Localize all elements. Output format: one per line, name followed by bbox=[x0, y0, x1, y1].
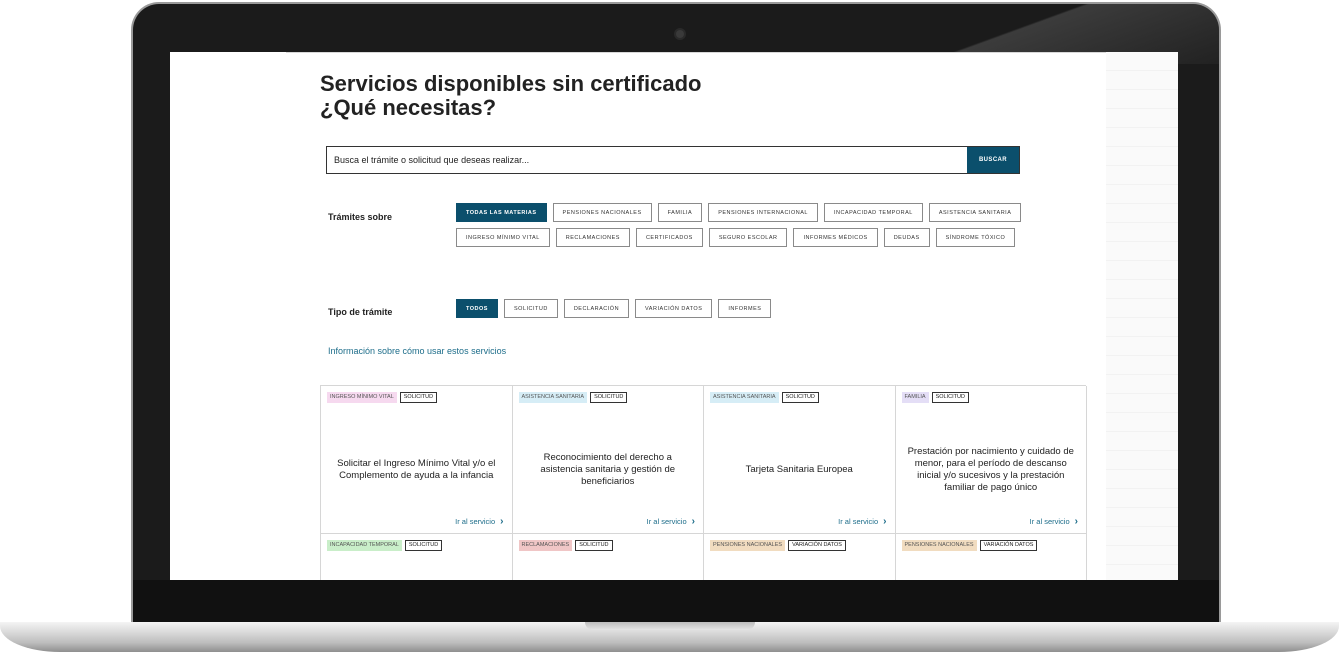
laptop-bezel-bottom bbox=[133, 580, 1219, 624]
card-tags: FAMILIA SOLICITUD bbox=[901, 392, 969, 403]
type-tag: SOLICITUD bbox=[590, 392, 628, 403]
category-tag: PENSIONES NACIONALES bbox=[710, 540, 786, 551]
laptop-notch bbox=[585, 622, 755, 630]
card-title: Reconocimiento del derecho a asistencia … bbox=[540, 452, 676, 487]
type-tag: SOLICITUD bbox=[931, 392, 969, 403]
service-card[interactable]: PENSIONES NACIONALES VARIACIÓN DATOS bbox=[704, 534, 896, 580]
side-panel bbox=[1106, 52, 1178, 580]
card-title: Solicitar el Ingreso Mínimo Vital y/o el… bbox=[337, 458, 496, 481]
browser-viewport: Servicios disponibles sin certificado ¿Q… bbox=[170, 52, 1178, 580]
category-tag: FAMILIA bbox=[901, 392, 929, 403]
subject-chip[interactable]: PENSIONES NACIONALES bbox=[552, 203, 652, 222]
subject-chip[interactable]: TODAS LAS MATERIAS bbox=[456, 203, 547, 222]
card-tags: RECLAMACIONES SOLICITUD bbox=[518, 540, 613, 551]
category-tag: ASISTENCIA SANITARIA bbox=[710, 392, 779, 403]
category-tag: INGRESO MÍNIMO VITAL bbox=[327, 392, 397, 403]
card-link[interactable]: Ir al servicio › bbox=[838, 516, 886, 527]
page-title-line2: ¿Qué necesitas? bbox=[320, 95, 497, 120]
card-tags: PENSIONES NACIONALES VARIACIÓN DATOS bbox=[710, 540, 846, 551]
chevron-right-icon: › bbox=[500, 516, 504, 527]
subject-chip[interactable]: FAMILIA bbox=[657, 203, 703, 222]
subject-filter-label: Trámites sobre bbox=[328, 212, 393, 222]
search-button[interactable]: BUSCAR bbox=[967, 147, 1019, 173]
subject-chip[interactable]: INCAPACIDAD TEMPORAL bbox=[823, 203, 923, 222]
page-title-line1: Servicios disponibles sin certificado bbox=[320, 71, 702, 96]
service-card[interactable]: RECLAMACIONES SOLICITUD bbox=[512, 534, 704, 580]
service-card[interactable]: PENSIONES NACIONALES VARIACIÓN DATOS bbox=[895, 534, 1087, 580]
card-link-label: Ir al servicio bbox=[838, 517, 879, 526]
info-link[interactable]: Información sobre cómo usar estos servic… bbox=[328, 346, 506, 356]
subject-chip[interactable]: PENSIONES INTERNACIONAL bbox=[708, 203, 818, 222]
page-title: Servicios disponibles sin certificado ¿Q… bbox=[320, 72, 920, 120]
service-card[interactable]: INCAPACIDAD TEMPORAL SOLICITUD bbox=[321, 534, 513, 580]
subject-chip[interactable]: INGRESO MÍNIMO VITAL bbox=[456, 228, 550, 247]
webcam-icon bbox=[676, 30, 684, 38]
card-tags: INCAPACIDAD TEMPORAL SOLICITUD bbox=[327, 540, 443, 551]
type-tag: SOLICITUD bbox=[781, 392, 819, 403]
type-chip[interactable]: DECLARACIÓN bbox=[563, 299, 630, 318]
card-tags: ASISTENCIA SANITARIA SOLICITUD bbox=[710, 392, 819, 403]
services-grid: INGRESO MÍNIMO VITAL SOLICITUD Solicitar e… bbox=[320, 385, 1087, 580]
subject-chip[interactable]: ASISTENCIA SANITARIA bbox=[928, 203, 1022, 222]
subject-chip[interactable]: RECLAMACIONES bbox=[555, 228, 630, 247]
card-title: Tarjeta Sanitaria Europea bbox=[745, 464, 853, 475]
service-card[interactable]: ASISTENCIA SANITARIA SOLICITUD Tarjeta San… bbox=[704, 386, 896, 534]
card-link[interactable]: Ir al servicio › bbox=[647, 516, 695, 527]
subject-filter-chips: TODAS LAS MATERIAS PENSIONES NACIONALES FA… bbox=[456, 203, 1056, 247]
type-tag: VARIACIÓN DATOS bbox=[979, 540, 1038, 551]
type-chip[interactable]: VARIACIÓN DATOS bbox=[635, 299, 713, 318]
subject-chip[interactable]: INFORMES MÉDICOS bbox=[793, 228, 878, 247]
type-tag: SOLICITUD bbox=[404, 540, 443, 551]
service-card[interactable]: ASISTENCIA SANITARIA SOLICITUD Reconocimie… bbox=[512, 386, 704, 534]
category-tag: INCAPACIDAD TEMPORAL bbox=[327, 540, 402, 551]
type-tag: SOLICITUD bbox=[575, 540, 613, 551]
card-link-label: Ir al servicio bbox=[646, 517, 687, 526]
category-tag: RECLAMACIONES bbox=[518, 540, 573, 551]
card-title: Prestación por nacimiento y cuidado de m… bbox=[907, 446, 1074, 493]
subject-chip[interactable]: CERTIFICADOS bbox=[635, 228, 703, 247]
category-tag: PENSIONES NACIONALES bbox=[901, 540, 977, 551]
card-tags: INGRESO MÍNIMO VITAL SOLICITUD bbox=[327, 392, 438, 403]
type-chip[interactable]: TODOS bbox=[456, 299, 498, 318]
type-tag: SOLICITUD bbox=[399, 392, 438, 403]
chevron-right-icon: › bbox=[883, 516, 887, 527]
card-tags: ASISTENCIA SANITARIA SOLICITUD bbox=[518, 392, 628, 403]
card-link[interactable]: Ir al servicio › bbox=[455, 516, 503, 527]
type-tag: VARIACIÓN DATOS bbox=[788, 540, 846, 551]
subject-chip[interactable]: DEUDAS bbox=[883, 228, 930, 247]
service-card[interactable]: INGRESO MÍNIMO VITAL SOLICITUD Solicitar e… bbox=[321, 386, 513, 534]
type-chip[interactable]: INFORMES bbox=[718, 299, 772, 318]
search-input[interactable] bbox=[327, 147, 967, 173]
type-filter-chips: TODOS SOLICITUD DECLARACIÓN VARIACIÓN DATOS… bbox=[456, 299, 1056, 318]
subject-chip[interactable]: SÍNDROME TÓXICO bbox=[935, 228, 1016, 247]
category-tag: ASISTENCIA SANITARIA bbox=[518, 392, 588, 403]
type-chip[interactable]: SOLICITUD bbox=[503, 299, 558, 318]
service-card[interactable]: FAMILIA SOLICITUD Prestación por nacimient… bbox=[895, 386, 1087, 534]
type-filter-label: Tipo de trámite bbox=[328, 307, 393, 317]
search-bar: BUSCAR bbox=[326, 146, 1020, 174]
header-divider bbox=[286, 52, 1106, 53]
chevron-right-icon: › bbox=[1074, 516, 1078, 527]
card-link-label: Ir al servicio bbox=[1029, 517, 1070, 526]
card-link-label: Ir al servicio bbox=[455, 517, 496, 526]
subject-chip[interactable]: SEGURO ESCOLAR bbox=[708, 228, 788, 247]
card-link[interactable]: Ir al servicio › bbox=[1030, 516, 1078, 527]
chevron-right-icon: › bbox=[691, 516, 695, 527]
card-tags: PENSIONES NACIONALES VARIACIÓN DATOS bbox=[901, 540, 1038, 551]
